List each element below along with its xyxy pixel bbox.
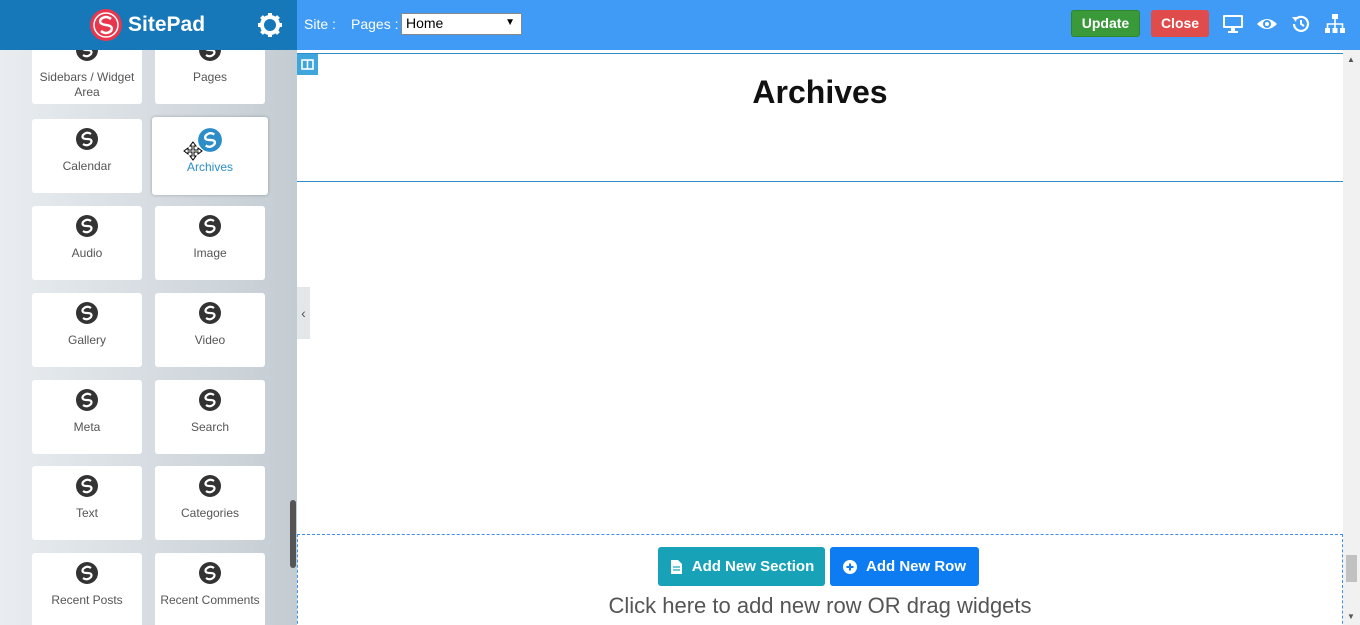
top-toolbar: Site : Pages : Home ▼ Update Close [297,0,1360,50]
widget-label: Image [193,246,227,260]
sitepad-icon [76,475,98,497]
page-section[interactable]: Archives [297,53,1343,182]
brand-name: SitePad [128,13,206,36]
widget-label: Pages [192,70,228,84]
scrollbar-thumb[interactable] [1346,555,1357,582]
widget-gallery[interactable]: Gallery [32,293,142,367]
section-heading: Archives [752,74,888,110]
pages-label: Pages : [351,16,399,32]
sitepad-icon [199,302,221,324]
eye-icon[interactable] [1256,13,1278,35]
sitepad-icon [199,389,221,411]
scroll-down-icon[interactable]: ▼ [1347,612,1355,621]
sitepad-icon [199,215,221,237]
update-button[interactable]: Update [1071,10,1140,37]
sitepad-icon [199,562,221,584]
add-new-row-button[interactable]: Add New Row [830,547,979,586]
site-label: Site : [304,16,336,32]
add-new-section-label: Add New Section [691,558,815,575]
widget-label: Video [194,333,226,347]
widget-label: Calendar [62,159,112,173]
widget-label: Gallery [67,333,106,347]
scroll-up-icon[interactable]: ▲ [1347,55,1355,64]
move-cursor-icon [183,141,203,161]
drop-hint-text[interactable]: Click here to add new row OR drag widget… [298,593,1342,619]
sitepad-icon [76,389,98,411]
sitepad-editor: Sidebars / Widget Area Pages Calendar Ar… [0,0,1360,625]
page-canvas: Archives ‹ Add New Section Add New Row C… [297,50,1343,625]
section-handle-icon[interactable] [297,54,318,75]
widget-audio[interactable]: Audio [32,206,142,280]
sitepad-logo-icon [90,9,122,41]
pages-select-value: Home [406,15,444,31]
canvas-scrollbar[interactable]: ▲ ▼ [1343,50,1360,625]
widget-recent-posts[interactable]: Recent Posts [32,553,142,625]
sitepad-icon [76,215,98,237]
widget-label: Recent Posts [51,593,123,607]
widget-search[interactable]: Search [155,380,265,454]
gear-icon[interactable] [256,11,284,39]
widget-video[interactable]: Video [155,293,265,367]
widget-archives[interactable]: Archives [152,117,268,195]
sitepad-icon [199,475,221,497]
widget-sidebar: Sidebars / Widget Area Pages Calendar Ar… [0,0,297,625]
widget-categories[interactable]: Categories [155,466,265,540]
file-icon [670,559,682,574]
plus-circle-icon [843,559,857,574]
sidebar-header: SitePad [0,0,297,50]
close-button[interactable]: Close [1151,10,1209,37]
sitepad-icon [76,562,98,584]
brand: SitePad [89,8,205,42]
widget-label: Search [190,420,230,434]
widget-text[interactable]: Text [32,466,142,540]
sidebar-scrollbar[interactable] [290,500,296,568]
dropdown-caret-icon: ▼ [505,17,515,28]
widget-label: Text [75,506,98,520]
widget-label: Audio [71,246,103,260]
desktop-icon[interactable] [1222,13,1244,35]
add-row-drop-zone[interactable]: Add New Section Add New Row Click here t… [297,534,1343,625]
widget-label: Recent Comments [160,593,260,607]
widget-recent-comments[interactable]: Recent Comments [155,553,265,625]
add-new-section-button[interactable]: Add New Section [658,547,825,586]
sitepad-icon [76,128,98,150]
widget-label: Meta [73,420,101,434]
collapse-sidebar-button[interactable]: ‹ [297,287,310,339]
widget-label: Archives [186,160,233,174]
widget-calendar[interactable]: Calendar [32,119,142,193]
widget-label: Categories [180,506,240,520]
widget-label: Sidebars / Widget Area [39,70,135,99]
pages-select[interactable]: Home ▼ [401,13,522,35]
widget-list: Sidebars / Widget Area Pages Calendar Ar… [0,30,297,625]
add-new-row-label: Add New Row [866,558,966,575]
widget-meta[interactable]: Meta [32,380,142,454]
history-icon[interactable] [1290,13,1312,35]
sitemap-icon[interactable] [1324,13,1346,35]
sitepad-icon [76,302,98,324]
widget-image[interactable]: Image [155,206,265,280]
